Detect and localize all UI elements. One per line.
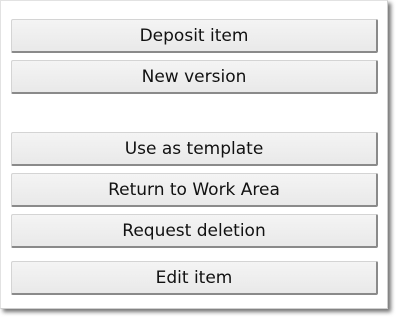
new-version-button[interactable]: New version (11, 60, 378, 94)
request-deletion-button[interactable]: Request deletion (11, 214, 378, 248)
deposit-item-button[interactable]: Deposit item (11, 19, 378, 53)
return-to-work-area-button[interactable]: Return to Work Area (11, 173, 378, 207)
use-as-template-button[interactable]: Use as template (11, 132, 378, 166)
edit-item-button[interactable]: Edit item (11, 261, 378, 295)
item-actions-panel: Deposit item New version Use as template… (0, 0, 388, 309)
